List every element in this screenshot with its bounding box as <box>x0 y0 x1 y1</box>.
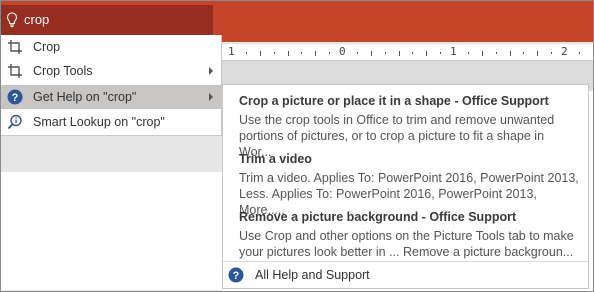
horizontal-ruler[interactable]: 1 0 1 2 <box>222 44 594 61</box>
ruler-tick <box>287 51 289 56</box>
lightbulb-icon <box>6 12 18 28</box>
ruler-label: 0 <box>339 45 346 58</box>
ruler-tick <box>578 52 580 54</box>
ruler-tick <box>356 52 358 54</box>
help-result-item[interactable]: Crop a picture or place it in a shape - … <box>239 94 579 160</box>
help-result-title[interactable]: Remove a picture background - Office Sup… <box>239 210 579 224</box>
menu-item-label: Crop <box>33 40 61 54</box>
help-result-title[interactable]: Trim a video <box>239 152 579 166</box>
chevron-right-icon <box>209 93 213 101</box>
ruler-tick <box>273 52 275 54</box>
svg-text:?: ? <box>12 92 19 104</box>
menu-item-crop[interactable]: Crop <box>1 35 221 59</box>
ruler-tick <box>467 52 469 54</box>
crop-icon <box>8 64 22 78</box>
ruler-tick <box>509 51 511 56</box>
menu-item-crop-tools[interactable]: Crop Tools <box>1 59 221 83</box>
ruler-tick <box>495 52 497 54</box>
svg-text:?: ? <box>233 270 240 282</box>
help-circle-icon: ? <box>7 89 23 105</box>
ruler-tick <box>412 52 414 54</box>
menu-item-label: Crop Tools <box>33 64 93 78</box>
ruler-tick <box>301 52 303 54</box>
left-panel-white-area <box>1 172 222 290</box>
help-result-title[interactable]: Crop a picture or place it in a shape - … <box>239 94 579 108</box>
menu-item-smart-lookup[interactable]: Smart Lookup on "crop" <box>1 110 221 134</box>
ruler-tick <box>370 51 372 56</box>
ruler-tick <box>259 51 261 56</box>
ruler-tick <box>440 52 442 54</box>
help-result-description: Use Crop and other options on the Pictur… <box>239 229 574 259</box>
ruler-tick <box>398 51 400 56</box>
menu-item-get-help[interactable]: ? Get Help on "crop" <box>1 85 221 109</box>
all-help-and-support-link[interactable]: ? All Help and Support <box>223 262 588 288</box>
help-circle-icon: ? <box>228 267 244 283</box>
tell-me-search-box[interactable]: crop <box>1 5 213 35</box>
ruler-tick <box>481 51 483 56</box>
ruler-tick <box>426 51 428 56</box>
search-results-dropdown: Crop Crop Tools ? Get Help on "crop" Sma… <box>1 35 222 136</box>
menu-item-label: Get Help on "crop" <box>33 90 137 104</box>
ruler-tick <box>537 51 539 56</box>
help-result-item[interactable]: Trim a video Trim a video. Applies To: P… <box>239 152 579 218</box>
ruler-tick <box>315 51 317 56</box>
ruler-tick <box>551 52 553 54</box>
ruler-tick <box>523 52 525 54</box>
ruler-tick <box>329 52 331 54</box>
chevron-right-icon <box>209 67 213 75</box>
search-input[interactable]: crop <box>24 12 49 27</box>
menu-item-label: Smart Lookup on "crop" <box>33 115 165 129</box>
ruler-tick <box>384 52 386 54</box>
help-results-flyout: Crop a picture or place it in a shape - … <box>222 84 589 289</box>
ruler-label: 1 <box>450 45 457 58</box>
ruler-tick <box>245 52 247 54</box>
smart-lookup-icon <box>7 114 22 130</box>
all-help-label: All Help and Support <box>255 268 370 282</box>
help-result-item[interactable]: Remove a picture background - Office Sup… <box>239 210 579 260</box>
crop-icon <box>8 40 22 54</box>
ruler-label: 1 <box>228 45 235 58</box>
ruler-label: 2 <box>561 45 568 58</box>
